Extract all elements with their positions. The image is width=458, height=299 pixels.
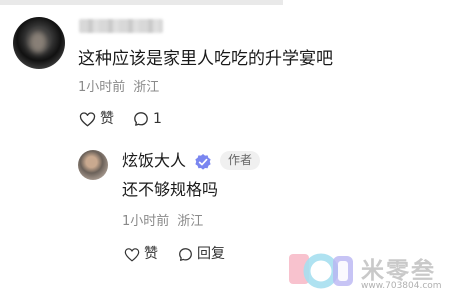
speech-bubble-icon (134, 112, 148, 126)
reply-username[interactable]: 炫饭大人 (122, 151, 186, 171)
watermark-logo-icon (289, 253, 353, 289)
comment-text: 这种应该是家里人吃吃的升学宴吧 (78, 49, 333, 69)
comment-location: 浙江 (133, 80, 160, 95)
site-watermark: 米零叁 www.703804.com (287, 250, 455, 296)
comment-meta: 1小时前 浙江 (78, 80, 159, 96)
reply-like-button[interactable]: 赞 (124, 245, 158, 263)
comment-reply-count: 1 (153, 111, 162, 127)
comment-like-button[interactable]: 赞 (79, 110, 114, 128)
reply-location: 浙江 (177, 214, 204, 229)
commenter-avatar[interactable] (13, 17, 65, 69)
author-tag: 作者 (220, 151, 261, 170)
speech-bubble-icon (179, 247, 192, 261)
heart-outline-icon (79, 112, 96, 127)
reply-time: 1小时前 (122, 214, 170, 229)
reply-like-label: 赞 (144, 246, 158, 262)
heart-outline-icon (124, 247, 140, 261)
watermark-text: 米零叁 (361, 258, 436, 284)
commenter-name-redacted (79, 19, 163, 33)
watermark-url: www.703804.com (361, 281, 442, 291)
top-divider (0, 0, 283, 5)
reply-meta: 1小时前 浙江 (122, 214, 203, 230)
comment-like-label: 赞 (100, 111, 114, 127)
reply-avatar[interactable] (78, 150, 108, 180)
verified-badge-icon (195, 154, 211, 170)
comment-reply-count-button[interactable]: 1 (133, 110, 162, 128)
comment-time: 1小时前 (78, 80, 126, 95)
reply-reply-button[interactable]: 回复 (178, 245, 225, 263)
reply-text: 还不够规格吗 (122, 180, 219, 199)
reply-reply-label: 回复 (197, 246, 225, 262)
